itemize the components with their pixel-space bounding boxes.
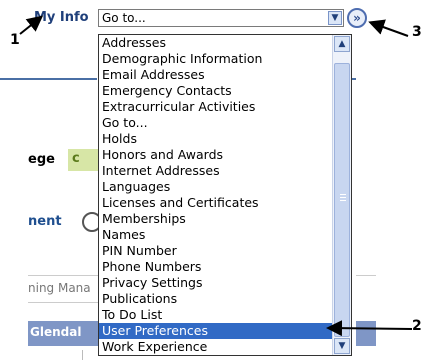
annotation-arrows — [19, 15, 413, 337]
arrow-1 — [19, 15, 44, 35]
callout-1: 1 — [10, 32, 20, 48]
arrow-2 — [326, 320, 413, 337]
arrow-3 — [368, 19, 409, 37]
callout-2: 2 — [412, 318, 422, 334]
callout-3: 3 — [412, 24, 422, 40]
